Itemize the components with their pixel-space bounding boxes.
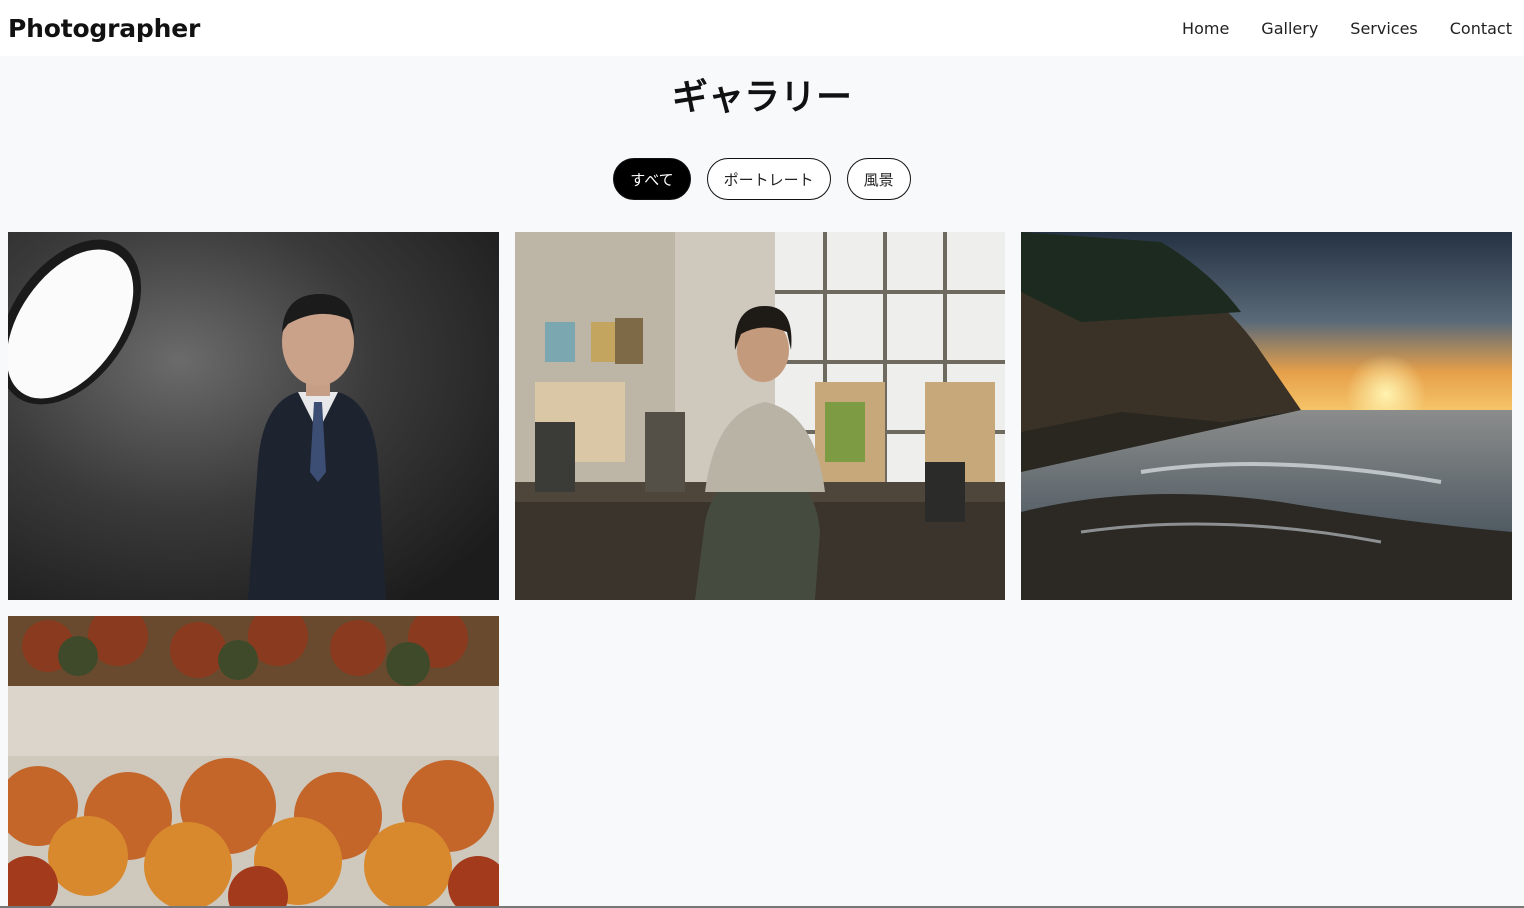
page-title: ギャラリー (671, 77, 852, 118)
landscape-coast-sunset-photo[interactable] (1021, 232, 1512, 600)
nav-link-gallery[interactable]: Gallery (1261, 19, 1318, 38)
brand-logo[interactable]: Photographer (8, 14, 200, 43)
portrait-artist-studio-photo[interactable] (515, 232, 1005, 600)
nav-links: Home Gallery Services Contact (1182, 19, 1516, 38)
filter-all-button[interactable]: すべて (613, 158, 691, 200)
nav-link-home[interactable]: Home (1182, 19, 1229, 38)
nav-link-contact[interactable]: Contact (1450, 19, 1512, 38)
navbar: Photographer Home Gallery Services Conta… (0, 0, 1524, 56)
filter-bar: すべて ポートレート 風景 (0, 158, 1524, 200)
filter-landscape-button[interactable]: 風景 (846, 158, 911, 200)
portrait-businessman-photo[interactable] (8, 232, 499, 600)
filter-portrait-button[interactable]: ポートレート (706, 158, 831, 200)
landscape-autumn-forest-fog-photo[interactable] (8, 616, 499, 906)
nav-link-services[interactable]: Services (1350, 19, 1417, 38)
